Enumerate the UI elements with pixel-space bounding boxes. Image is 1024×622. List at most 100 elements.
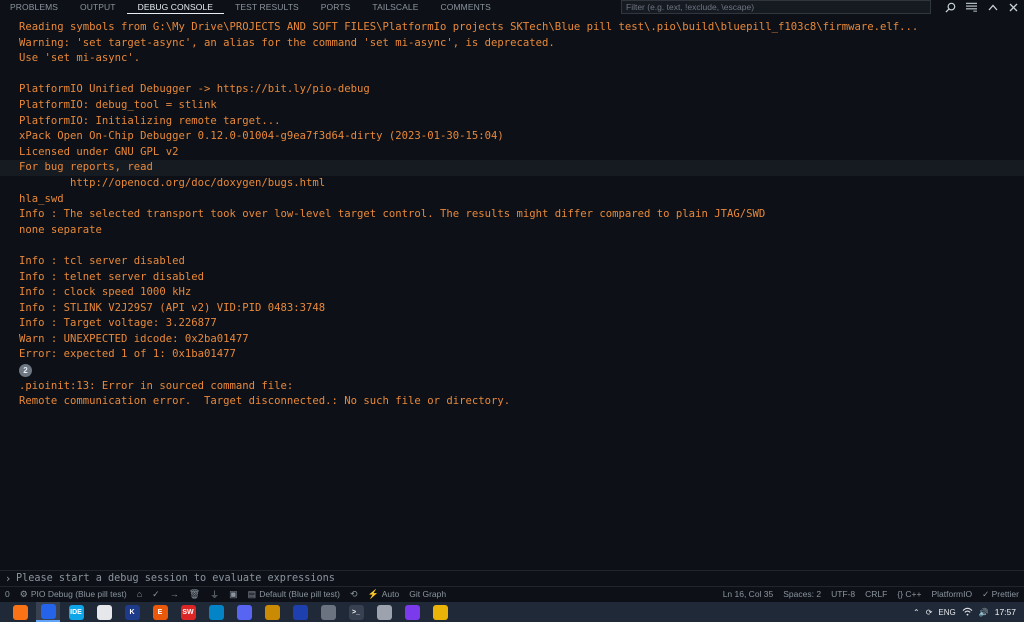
filter-input[interactable] [621, 0, 931, 14]
debug-console-output: Reading symbols from G:\My Drive\PROJECT… [0, 20, 1024, 569]
repeat-count-badge: 2 [19, 364, 32, 378]
taskbar-app-glyph [292, 604, 308, 620]
taskbar-telegram-icon[interactable] [204, 602, 228, 622]
terminal-icon: ▣ [229, 588, 238, 599]
status-item-home[interactable]: ⌂ [132, 587, 147, 602]
taskbar-app-white-icon[interactable] [92, 602, 116, 622]
home-icon: ⌂ [136, 589, 143, 599]
console-line: For bug reports, read [0, 160, 1024, 176]
close-icon[interactable] [1003, 0, 1024, 14]
taskbar-app-glyph: SW [180, 604, 196, 620]
arrow-right-icon: → [169, 589, 179, 599]
taskbar-app-glyph [404, 604, 420, 620]
taskbar-app-mascot-icon[interactable] [372, 602, 396, 622]
tab-ports[interactable]: PORTS [310, 0, 362, 14]
taskbar-app-gold-icon[interactable] [260, 602, 284, 622]
console-line: Info : STLINK V2J29S7 (API v2) VID:PID 0… [19, 301, 326, 314]
status-item-plug[interactable]: ⏚ [205, 587, 224, 602]
taskbar-app-k-icon[interactable]: K [120, 602, 144, 622]
status-item--prettier[interactable]: ✓ Prettier [977, 587, 1024, 602]
taskbar-steam-icon[interactable] [288, 602, 312, 622]
expression-input-row: › [0, 570, 1024, 585]
sync-icon: ⟲ [349, 588, 358, 599]
console-line: PlatformIO: Initializing remote target..… [19, 114, 281, 127]
search-icon[interactable] [940, 0, 961, 14]
console-line: http://openocd.org/doc/doxygen/bugs.html [19, 176, 326, 189]
tab-output[interactable]: OUTPUT [69, 0, 127, 14]
console-error-lines: .pioinit:13: Error in sourced command fi… [0, 379, 1024, 410]
wifi-icon[interactable] [962, 607, 973, 618]
taskbar-ide-icon[interactable]: IDE [64, 602, 88, 622]
tab-tailscale[interactable]: TAILSCALE [361, 0, 429, 14]
clock[interactable]: 17:57 [995, 607, 1016, 617]
refresh-icon[interactable]: ⟳ [926, 608, 933, 617]
status-item-label: PIO Debug (Blue pill test) [30, 589, 127, 599]
taskbar-app-glyph [236, 604, 252, 620]
status-item-arrow-right[interactable]: → [165, 587, 184, 602]
chevron-up-icon[interactable]: ⌃ [913, 608, 920, 617]
status-item-label: Git Graph [409, 589, 447, 599]
taskbar-app-gray-icon[interactable] [316, 602, 340, 622]
taskbar-app-sw-icon[interactable]: SW [176, 602, 200, 622]
taskbar-app-glyph [96, 604, 112, 620]
chevron-up-icon[interactable] [982, 0, 1003, 14]
status-bar: 0 ⚙ PIO Debug (Blue pill test) ⌂ ✓ → 🗑 ⏚ ▣ ▤ Defau… [0, 586, 1024, 601]
status-item-ln-16-col-35[interactable]: Ln 16, Col 35 [718, 587, 779, 602]
check-icon: ✓ [152, 588, 160, 599]
taskbar-app-purple-icon[interactable] [400, 602, 424, 622]
language-indicator[interactable]: ENG [938, 608, 955, 617]
trash-icon: 🗑 [188, 588, 201, 599]
console-line: Licensed under GNU GPL v2 [19, 145, 179, 158]
status-item-check[interactable]: ✓ [147, 587, 165, 602]
console-line: PlatformIO: debug_tool = stlink [19, 98, 217, 111]
status-item-debug[interactable]: ⚙ PIO Debug (Blue pill test) [15, 587, 132, 602]
console-line: Info : Target voltage: 3.226877 [19, 317, 217, 330]
status-item-text[interactable]: 0 [0, 587, 15, 602]
taskbar-app-glyph [432, 604, 448, 620]
tab-test-results[interactable]: TEST RESULTS [224, 0, 310, 14]
status-item-spaces-2[interactable]: Spaces: 2 [778, 587, 826, 602]
status-item-utf-8[interactable]: UTF-8 [826, 587, 860, 602]
status-item--c-[interactable]: {} C++ [892, 587, 926, 602]
taskbar-firefox-icon[interactable] [8, 602, 32, 622]
status-item-platformio[interactable]: PlatformIO [926, 587, 977, 602]
taskbar-files-icon[interactable] [428, 602, 452, 622]
taskbar-app-e-icon[interactable]: E [148, 602, 172, 622]
lightning-icon: ⚡ [367, 588, 379, 599]
volume-icon[interactable]: 🔊 [979, 608, 989, 617]
console-lines: Reading symbols from G:\My Drive\PROJECT… [0, 20, 1024, 363]
taskbar-vscode-icon[interactable] [36, 602, 60, 622]
taskbar-app-glyph [40, 603, 56, 619]
tab-comments[interactable]: COMMENTS [430, 0, 502, 14]
console-error-line: Remote communication error. Target disco… [19, 395, 511, 408]
panel-tab-bar: PROBLEMS OUTPUT DEBUG CONSOLE TEST RESULTS P… [0, 0, 1024, 14]
taskbar-app-glyph [376, 604, 392, 620]
tab-debug-console[interactable]: DEBUG CONSOLE [126, 0, 225, 14]
status-bar-left: 0 ⚙ PIO Debug (Blue pill test) ⌂ ✓ → 🗑 ⏚ ▣ ▤ Defau… [0, 587, 451, 602]
status-item-lightning[interactable]: ⚡ Auto [363, 587, 405, 602]
status-item-sync[interactable]: ⟲ [345, 587, 363, 602]
status-item-folder[interactable]: ▤ Default (Blue pill test) [243, 587, 345, 602]
taskbar-app-glyph [12, 604, 28, 620]
console-line: Error: expected 1 of 1: 0x1ba01477 [19, 348, 236, 361]
status-item-terminal[interactable]: ▣ [224, 587, 243, 602]
tab-problems[interactable]: PROBLEMS [0, 0, 69, 14]
taskbar-terminal-icon[interactable]: >_ [344, 602, 368, 622]
status-item-text[interactable]: Git Graph [404, 587, 451, 602]
console-line: Use 'set mi-async'. [19, 52, 141, 65]
taskbar-app-glyph [264, 604, 280, 620]
console-line: none separate [19, 223, 102, 236]
os-taskbar: IDE K E SW >_ ⌃ ⟳ ENG 🔊 17:57 [0, 602, 1024, 622]
taskbar-discord-icon[interactable] [232, 602, 256, 622]
taskbar-apps: IDE K E SW >_ [0, 602, 454, 622]
taskbar-app-glyph: IDE [68, 604, 84, 620]
status-item-trash[interactable]: 🗑 [184, 587, 205, 602]
expression-input[interactable] [16, 572, 916, 584]
status-item-label: Default (Blue pill test) [259, 589, 340, 599]
taskbar-app-glyph [208, 604, 224, 620]
filter-list-icon[interactable] [961, 0, 982, 14]
status-item-crlf[interactable]: CRLF [860, 587, 892, 602]
console-line: Info : The selected transport took over … [19, 208, 766, 221]
